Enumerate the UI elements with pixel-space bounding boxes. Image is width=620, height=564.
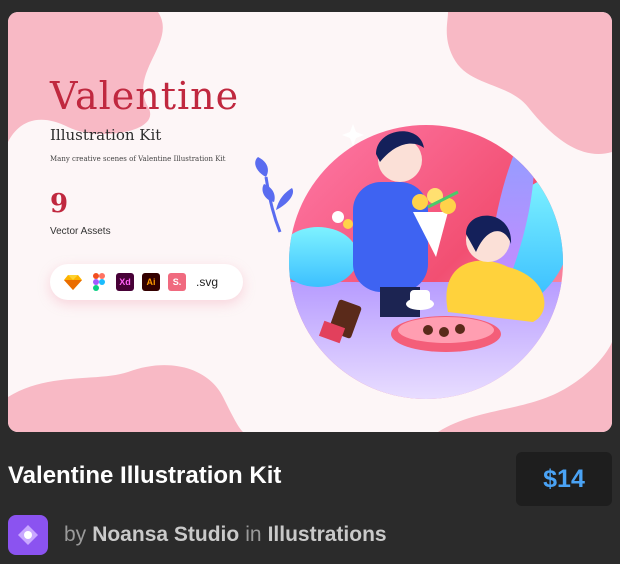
diamond-logo-icon	[18, 525, 38, 545]
category-link[interactable]: Illustrations	[268, 523, 387, 547]
by-label: by	[64, 523, 87, 546]
price-button[interactable]: $14	[516, 452, 612, 506]
product-preview-image[interactable]: Valentine Illustration Kit Many creative…	[8, 12, 612, 432]
xd-icon: Xd	[116, 273, 134, 291]
asset-count-label: Vector Assets	[50, 226, 111, 237]
format-icons-bar: Xd Ai S. .svg	[50, 264, 243, 300]
figma-icon	[90, 273, 108, 291]
author-name-link[interactable]: Noansa Studio	[92, 523, 239, 547]
author-row: by Noansa Studio in Illustrations	[8, 515, 387, 555]
author-avatar[interactable]	[8, 515, 48, 555]
preview-subheading: Illustration Kit	[50, 126, 162, 144]
sketch-icon	[64, 273, 82, 291]
svg-format-label: .svg	[196, 275, 219, 289]
preview-tagline: Many creative scenes of Valentine Illust…	[50, 155, 226, 163]
preview-heading: Valentine	[50, 74, 240, 118]
product-title[interactable]: Valentine Illustration Kit	[8, 462, 281, 490]
asset-count: 9	[50, 189, 69, 219]
illustrator-icon: Ai	[142, 273, 160, 291]
s-icon: S.	[168, 273, 186, 291]
in-label: in	[245, 523, 262, 546]
